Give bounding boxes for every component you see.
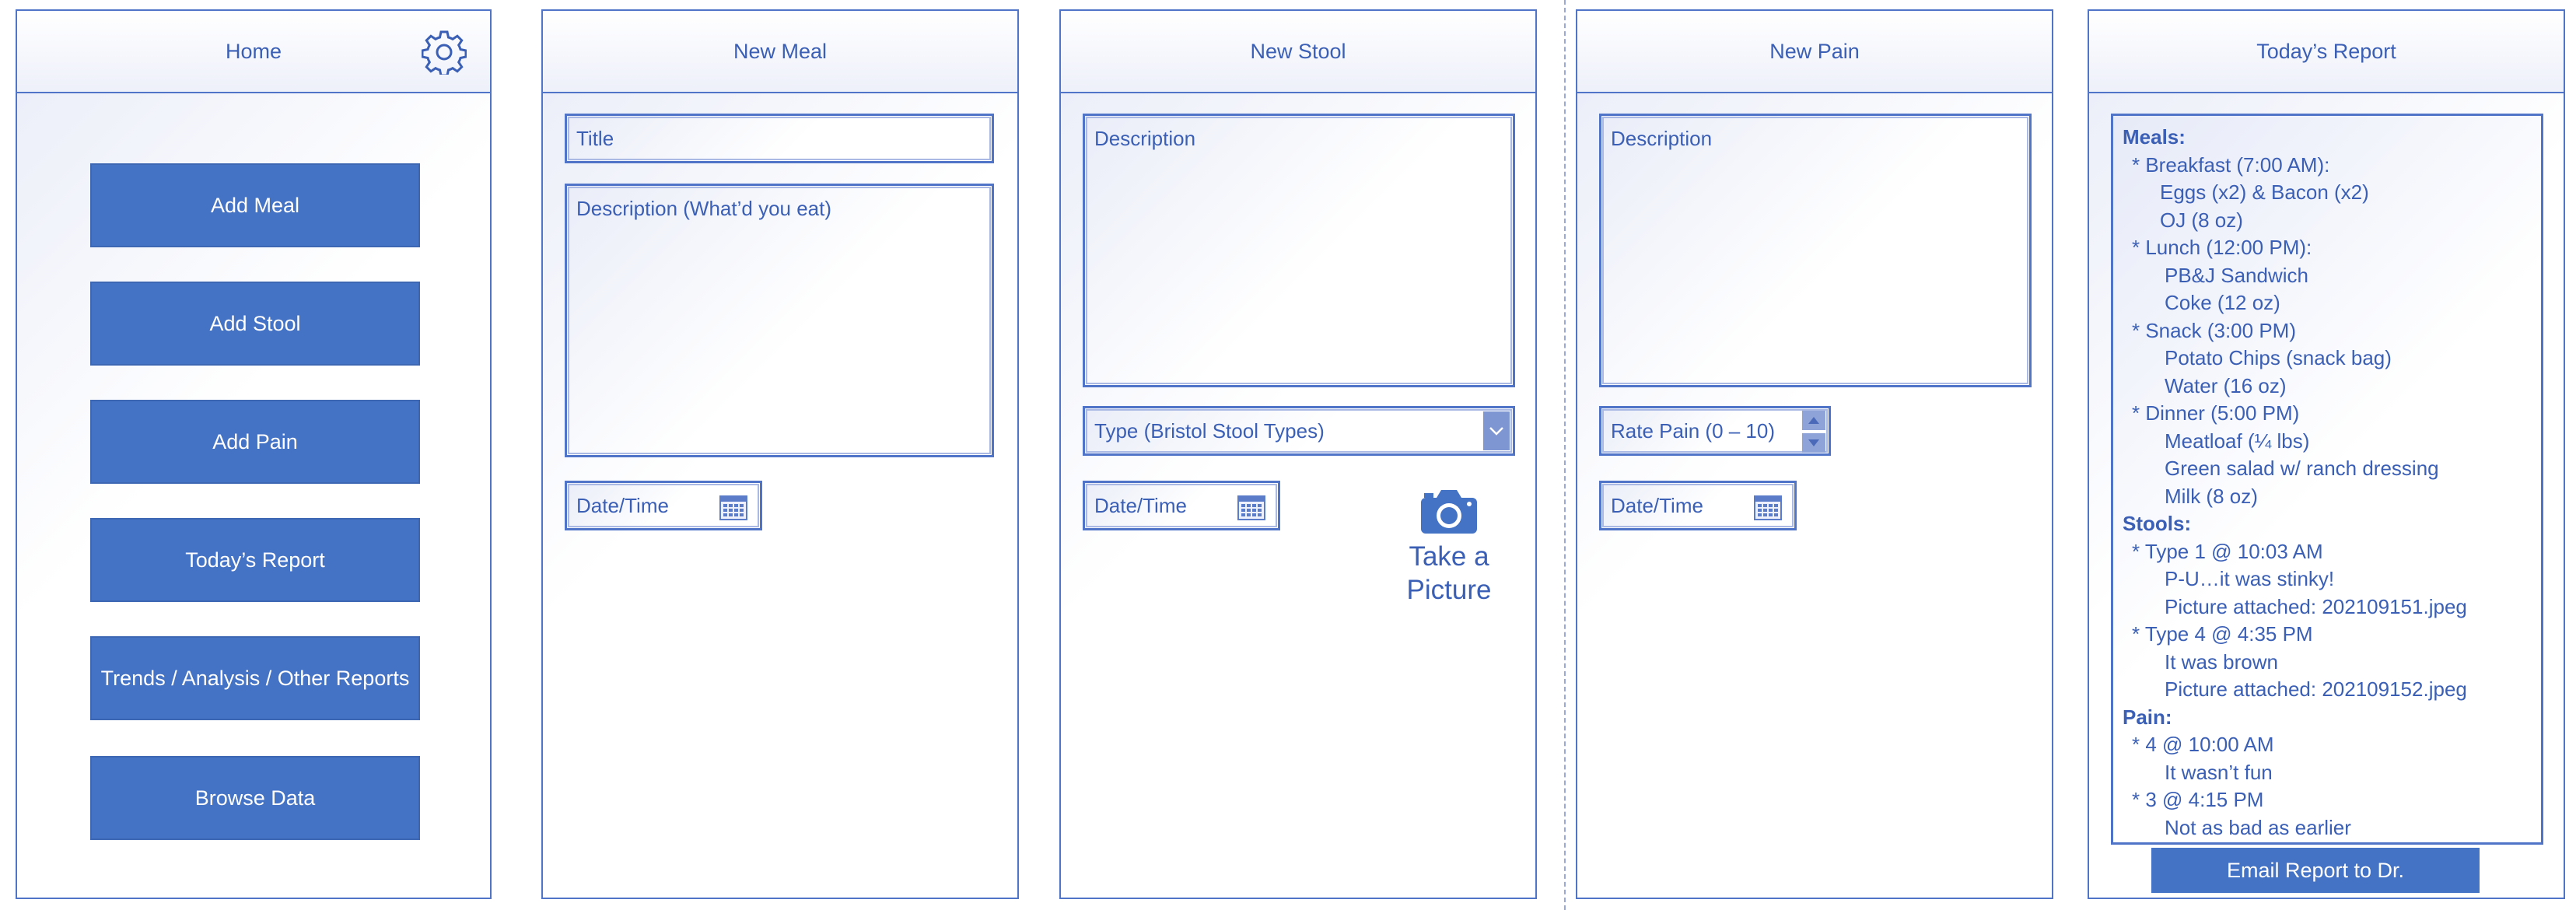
calendar-icon[interactable] bbox=[719, 494, 747, 520]
new-stool-screen: New Stool Description Type (Bristol Stoo… bbox=[1059, 9, 1537, 899]
report-line: * Snack (3:00 PM) bbox=[2132, 318, 2296, 342]
pain-rating-label: Rate Pain (0 – 10) bbox=[1611, 419, 1776, 443]
report-line: * 3 @ 4:15 PM bbox=[2132, 788, 2264, 811]
add-stool-button[interactable]: Add Stool bbox=[90, 282, 420, 366]
spin-down-icon[interactable] bbox=[1802, 433, 1825, 453]
stool-type-label: Type (Bristol Stool Types) bbox=[1094, 419, 1325, 443]
report-line: Coke (12 oz) bbox=[2165, 291, 2280, 314]
take-picture-line-1: Take a bbox=[1409, 541, 1489, 572]
report-line: Picture attached: 202109151.jpeg bbox=[2165, 594, 2467, 618]
stool-datetime-label: Date/Time bbox=[1094, 494, 1187, 517]
trends-analysis-button[interactable]: Trends / Analysis / Other Reports bbox=[90, 636, 420, 720]
report-line: Eggs (x2) & Bacon (x2) bbox=[2160, 180, 2369, 204]
report-line: P-U…it was stinky! bbox=[2165, 567, 2335, 590]
email-report-button[interactable]: Email Report to Dr. bbox=[2151, 848, 2480, 893]
report-line: * Breakfast (7:00 AM): bbox=[2132, 152, 2330, 177]
chevron-down-icon[interactable] bbox=[1483, 411, 1510, 450]
home-screen: Home Add Meal Add Stool Add Pain Today’s… bbox=[16, 9, 492, 899]
new-meal-screen: New Meal Title Description (What’d you e… bbox=[541, 9, 1019, 899]
report-line: Not as bad as earlier bbox=[2165, 815, 2351, 839]
add-meal-button[interactable]: Add Meal bbox=[90, 163, 420, 247]
todays-report-title: Today’s Report bbox=[2256, 39, 2396, 63]
report-line: It was brown bbox=[2165, 649, 2278, 674]
report-line: * Dinner (5:00 PM) bbox=[2132, 401, 2300, 425]
new-stool-title: New Stool bbox=[1250, 39, 1346, 63]
take-picture-label: Take a Picture bbox=[1391, 540, 1507, 607]
pain-description-input[interactable]: Description bbox=[1599, 114, 2032, 387]
meal-datetime-label: Date/Time bbox=[576, 494, 669, 517]
report-line: Milk (8 oz) bbox=[2165, 484, 2258, 508]
stool-description-input[interactable]: Description bbox=[1083, 114, 1515, 387]
calendar-icon[interactable] bbox=[1237, 494, 1265, 520]
pain-rating-spinner bbox=[1802, 410, 1825, 453]
report-line: * Type 4 @ 4:35 PM bbox=[2132, 622, 2313, 646]
add-pain-button[interactable]: Add Pain bbox=[90, 400, 420, 484]
meal-description-input[interactable]: Description (What’d you eat) bbox=[565, 184, 994, 457]
meal-title-input[interactable]: Title bbox=[565, 114, 994, 163]
report-line: It wasn’t fun bbox=[2165, 760, 2273, 784]
stool-datetime-field[interactable]: Date/Time bbox=[1083, 481, 1280, 530]
report-line: OJ (8 oz) bbox=[2160, 208, 2243, 232]
report-line: Picture attached: 202109152.jpeg bbox=[2165, 677, 2467, 701]
stool-description-placeholder: Description bbox=[1094, 127, 1196, 150]
spin-up-icon[interactable] bbox=[1802, 411, 1825, 430]
report-line: Potato Chips (snack bag) bbox=[2165, 346, 2392, 369]
report-content: Meals: * Breakfast (7:00 AM): Eggs (x2) & … bbox=[2111, 114, 2543, 845]
new-pain-header: New Pain bbox=[1577, 11, 2052, 93]
new-meal-title: New Meal bbox=[733, 39, 828, 63]
report-line: * 4 @ 10:00 AM bbox=[2132, 733, 2274, 756]
meal-description-placeholder: Description (What’d you eat) bbox=[576, 197, 832, 220]
new-pain-title: New Pain bbox=[1769, 39, 1860, 63]
pain-description-placeholder: Description bbox=[1611, 127, 1713, 150]
camera-icon bbox=[1421, 490, 1477, 534]
home-title: Home bbox=[225, 39, 282, 63]
report-line: Green salad w/ ranch dressing bbox=[2165, 457, 2439, 480]
pain-datetime-field[interactable]: Date/Time bbox=[1599, 481, 1797, 530]
take-picture-button[interactable]: Take a Picture bbox=[1406, 487, 1492, 605]
section-divider bbox=[1564, 0, 1566, 910]
report-line: Water (16 oz) bbox=[2165, 373, 2287, 397]
pain-rating-stepper[interactable]: Rate Pain (0 – 10) bbox=[1599, 406, 1831, 456]
report-line: * Type 1 @ 10:03 AM bbox=[2132, 539, 2323, 563]
report-section-heading: Stools: bbox=[2123, 512, 2192, 535]
new-stool-header: New Stool bbox=[1061, 11, 1535, 93]
pain-datetime-label: Date/Time bbox=[1611, 494, 1703, 517]
report-line: PB&J Sandwich bbox=[2165, 263, 2308, 287]
stool-type-dropdown[interactable]: Type (Bristol Stool Types) bbox=[1083, 406, 1515, 456]
new-pain-screen: New Pain Description Rate Pain (0 – 10) … bbox=[1576, 9, 2053, 899]
todays-report-header: Today’s Report bbox=[2089, 11, 2564, 93]
calendar-icon[interactable] bbox=[1754, 494, 1782, 520]
meal-title-placeholder: Title bbox=[576, 127, 614, 150]
report-section-heading: Meals: bbox=[2123, 125, 2186, 149]
home-header: Home bbox=[17, 11, 490, 93]
todays-report-button[interactable]: Today’s Report bbox=[90, 518, 420, 602]
new-meal-header: New Meal bbox=[543, 11, 1017, 93]
report-line: Meatloaf (¼ lbs) bbox=[2165, 429, 2310, 453]
browse-data-button[interactable]: Browse Data bbox=[90, 756, 420, 840]
report-line: * Lunch (12:00 PM): bbox=[2132, 236, 2312, 259]
meal-datetime-field[interactable]: Date/Time bbox=[565, 481, 762, 530]
gear-icon[interactable] bbox=[422, 30, 467, 75]
take-picture-line-2: Picture bbox=[1406, 575, 1492, 605]
report-section-heading: Pain: bbox=[2123, 705, 2172, 729]
